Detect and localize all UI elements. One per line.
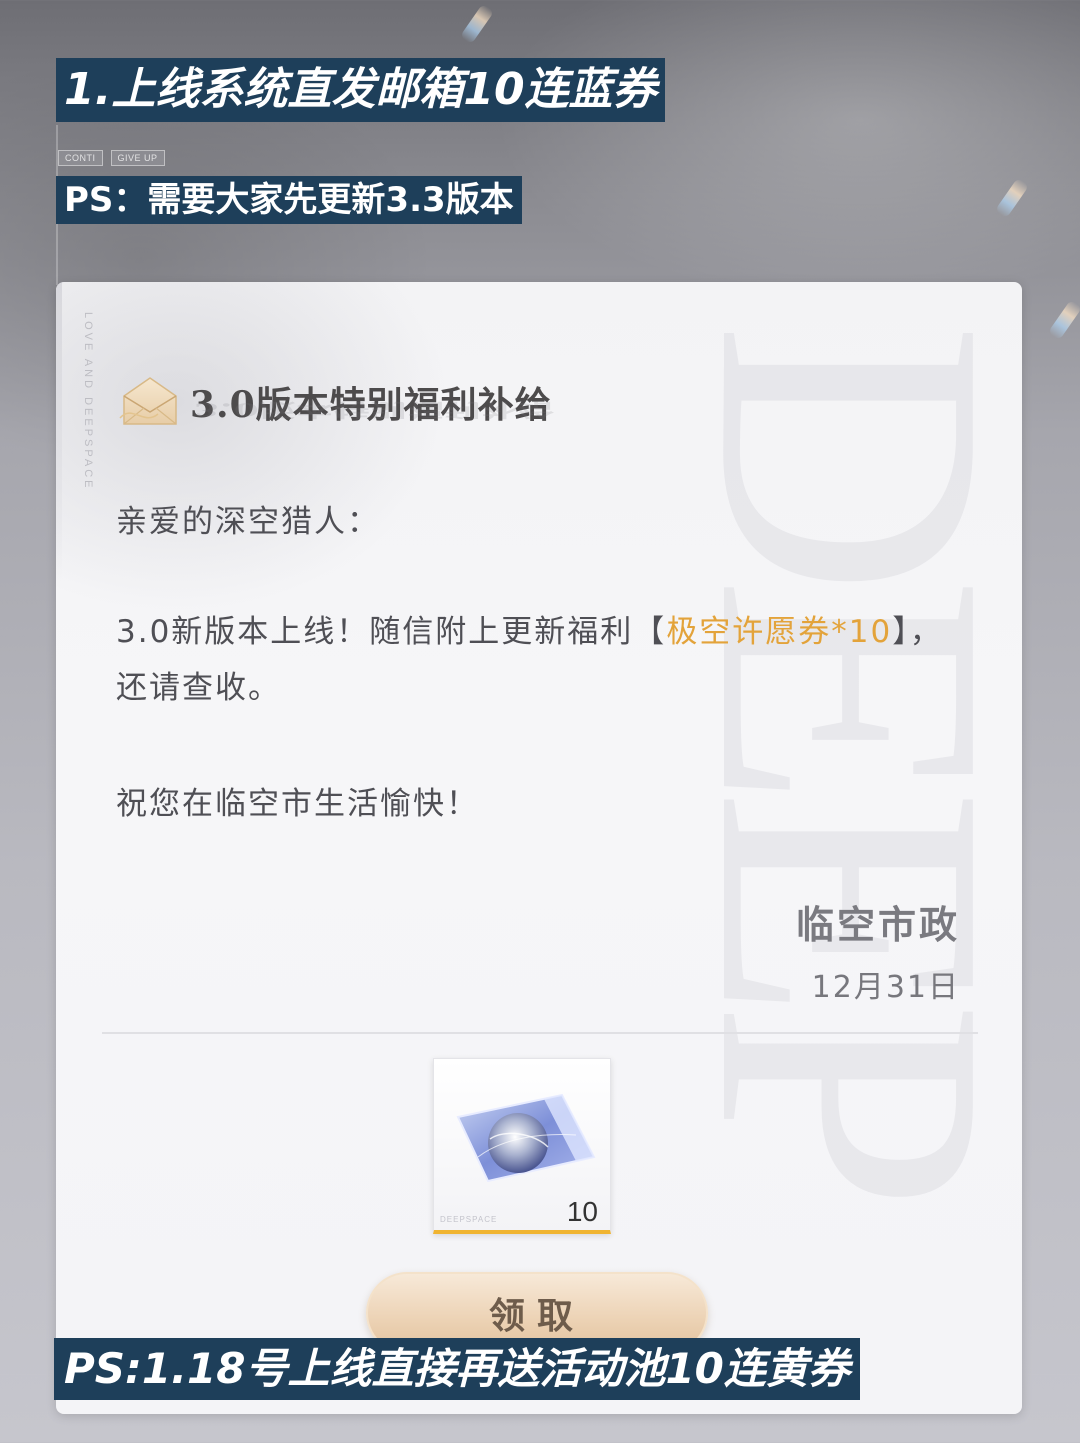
card-edge bbox=[56, 282, 62, 582]
mail-paragraph-prefix: 3.0新版本上线！随信附上更新福利【 bbox=[116, 614, 667, 650]
mail-date: 12月31日 bbox=[811, 970, 960, 1005]
background-tags: CONTI GIVE UP bbox=[58, 150, 165, 166]
watermark: DEEP bbox=[641, 322, 1022, 1192]
banner-bottom-note: PS:1.18号上线直接再送活动池10连黄券 bbox=[54, 1338, 860, 1400]
background-tag: CONTI bbox=[58, 150, 103, 166]
reward-highlight: 极空许愿券*10 bbox=[666, 614, 893, 650]
envelope-icon bbox=[119, 377, 177, 425]
card-side-text: LOVE AND DEEPSPACE bbox=[82, 312, 94, 491]
reward-item[interactable]: DEEPSPACE 10 bbox=[433, 1058, 611, 1234]
banner-title: 1.上线系统直发邮箱10连蓝券 bbox=[56, 58, 665, 122]
mail-title-reflection: 3.0版本特别福利补给 bbox=[194, 399, 556, 420]
mail-greeting: 亲爱的深空猎人： bbox=[116, 504, 380, 540]
divider bbox=[102, 1032, 978, 1034]
banner-note: PS：需要大家先更新3.3版本 bbox=[56, 176, 522, 224]
reward-brand: DEEPSPACE bbox=[440, 1215, 498, 1224]
mail-signature: 临空市政 bbox=[795, 902, 960, 947]
background-tag: GIVE UP bbox=[110, 150, 165, 166]
mail-paragraph: 3.0新版本上线！随信附上更新福利【极空许愿券*10】，还请查收。 bbox=[116, 604, 956, 716]
reward-count: 10 bbox=[566, 1196, 598, 1227]
mail-closing: 祝您在临空市生活愉快！ bbox=[116, 786, 479, 822]
wish-ticket-icon bbox=[456, 1093, 596, 1183]
mail-card: LOVE AND DEEPSPACE DEEP 3.0版本特别福利补给 3.0版… bbox=[56, 282, 1022, 1414]
